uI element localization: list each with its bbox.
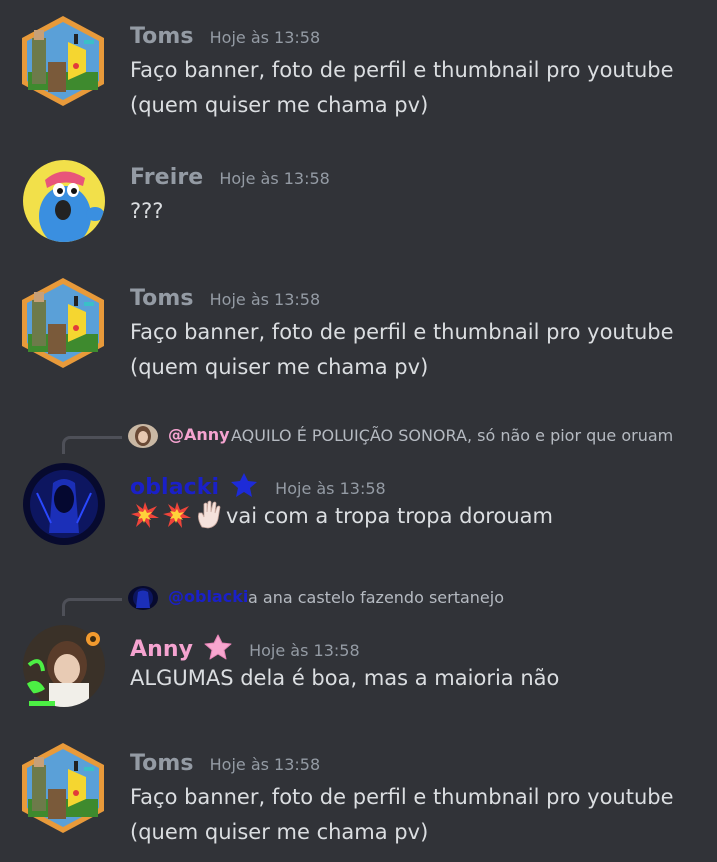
username[interactable]: Freire: [130, 165, 203, 190]
message-line: vai com a tropa tropa dorouam: [130, 499, 700, 540]
message-line: (quem quiser me chama pv): [130, 820, 429, 844]
dark-blue-figure-avatar-icon: [23, 463, 105, 545]
message-content: Faço banner, foto de perfil e thumbnail …: [130, 53, 700, 123]
user-avatar[interactable]: [18, 741, 108, 835]
reply-text[interactable]: a ana castelo fazendo sertanejo: [248, 588, 504, 607]
message-content: Faço banner, foto de perfil e thumbnail …: [130, 780, 700, 850]
username[interactable]: Toms: [130, 24, 194, 49]
reply-avatar[interactable]: [128, 424, 158, 448]
reply-spine: [62, 598, 122, 616]
username[interactable]: Toms: [130, 751, 194, 776]
message-line: (quem quiser me chama pv): [130, 93, 429, 117]
message-line: (quem quiser me chama pv): [130, 355, 429, 379]
timestamp[interactable]: Hoje às 13:58: [210, 290, 321, 309]
timestamp[interactable]: Hoje às 13:58: [275, 479, 386, 498]
user-avatar[interactable]: [18, 276, 108, 370]
user-avatar[interactable]: [18, 14, 108, 108]
reply-avatar[interactable]: [128, 586, 158, 610]
message-content: Faço banner, foto de perfil e thumbnail …: [130, 315, 700, 385]
timestamp[interactable]: Hoje às 13:58: [219, 169, 330, 188]
pink-flower-icon[interactable]: [203, 634, 233, 660]
message-content: ALGUMAS dela é boa, mas a maioria não: [130, 661, 700, 696]
reply-preview[interactable]: @oblacki a ana castelo fazendo sertanejo: [62, 586, 562, 616]
user-avatar[interactable]: [23, 625, 105, 707]
message-content: ???: [130, 194, 700, 229]
message-line: Faço banner, foto de perfil e thumbnail …: [130, 58, 674, 82]
username[interactable]: oblacki: [130, 475, 219, 500]
photo-avatar-icon: [23, 625, 105, 707]
user-avatar[interactable]: [23, 463, 105, 545]
message-line: ALGUMAS dela é boa, mas a maioria não: [130, 666, 560, 690]
reply-preview[interactable]: @Anny AQUILO É POLUIÇÃO SONORA, só não e…: [62, 424, 702, 454]
user-avatar[interactable]: [23, 160, 105, 242]
username[interactable]: Anny: [130, 637, 193, 662]
message-line: ???: [130, 199, 164, 223]
reply-mention[interactable]: @oblacki: [168, 587, 248, 606]
photo-avatar-icon: [128, 424, 158, 448]
collision-emoji-icon: [162, 501, 192, 540]
raised-hand-emoji-icon: [194, 499, 224, 540]
timestamp[interactable]: Hoje às 13:58: [210, 755, 321, 774]
dark-blue-figure-avatar-icon: [128, 586, 158, 610]
pixel-art-hexagon-avatar-icon: [22, 16, 104, 106]
pixel-art-hexagon-avatar-icon: [22, 743, 104, 833]
message-feed: Toms Hoje às 13:58 Faço banner, foto de …: [0, 0, 717, 862]
blue-cartoon-character-avatar-icon: [23, 160, 105, 242]
reply-spine: [62, 436, 122, 454]
timestamp[interactable]: Hoje às 13:58: [210, 28, 321, 47]
timestamp[interactable]: Hoje às 13:58: [249, 641, 360, 660]
message-line-text: vai com a tropa tropa dorouam: [226, 504, 553, 528]
reply-text[interactable]: AQUILO É POLUIÇÃO SONORA, só não e pior …: [231, 426, 673, 445]
reply-mention[interactable]: @Anny: [168, 425, 230, 444]
blue-star-icon[interactable]: [229, 472, 259, 498]
username[interactable]: Toms: [130, 286, 194, 311]
message-line: Faço banner, foto de perfil e thumbnail …: [130, 320, 674, 344]
pixel-art-hexagon-avatar-icon: [22, 278, 104, 368]
message-content: vai com a tropa tropa dorouam: [130, 499, 700, 540]
collision-emoji-icon: [130, 501, 160, 540]
message-line: Faço banner, foto de perfil e thumbnail …: [130, 785, 674, 809]
